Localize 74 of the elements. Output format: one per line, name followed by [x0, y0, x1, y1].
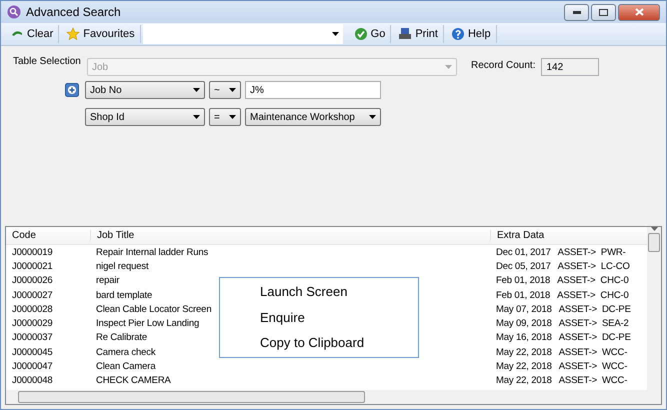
table-cell: J0000048 — [12, 375, 53, 386]
add-icon[interactable] — [65, 83, 79, 97]
minimize-button[interactable] — [564, 4, 589, 20]
printer-icon — [398, 27, 412, 41]
scroll-thumb[interactable] — [18, 391, 365, 403]
table-cell: Dec 05, 2017 ASSET-> LC-CO — [496, 260, 630, 272]
toolbar-button[interactable]: Help — [446, 25, 497, 43]
field-label: Record Count: — [471, 60, 536, 71]
value-field[interactable]: J% — [245, 81, 381, 99]
caret-icon — [193, 88, 200, 92]
toolbar-button[interactable]: Favourites — [61, 25, 141, 43]
table-cell: Feb 01, 2018 ASSET-> CHC-0 — [496, 275, 629, 286]
table-cell: Camera check — [96, 346, 156, 358]
column-header[interactable]: Job Title — [90, 230, 490, 241]
checkmark-icon — [354, 27, 368, 41]
table-cell: Inspect Pier Low Landing — [96, 318, 200, 330]
app-icon — [7, 5, 21, 19]
caret-icon — [445, 65, 452, 69]
table-cell: CHECK CAMERA — [96, 375, 171, 386]
star-icon — [66, 27, 80, 41]
help-icon — [450, 27, 465, 41]
toolbar-button[interactable]: Clear — [5, 25, 60, 43]
window-title: Advanced Search — [26, 5, 121, 19]
table-cell: Re Calibrate — [96, 332, 148, 344]
record-count-field: 142 — [541, 58, 600, 76]
horizontal-scrollbar[interactable] — [6, 390, 661, 404]
table-cell: May 16, 2018 ASSET-> DC-PE — [496, 332, 631, 344]
table-cell: J0000026 — [12, 275, 53, 286]
table-cell: J0000037 — [12, 332, 53, 344]
table-cell: J0000021 — [12, 260, 53, 272]
toolbar-button[interactable]: Print — [393, 25, 444, 43]
table-cell: May 09, 2018 ASSET-> SEA-2 — [496, 318, 629, 330]
table-cell: May 22, 2018 ASSET-> WCC- — [496, 361, 628, 372]
table-cell: J0000045 — [12, 346, 53, 358]
table-cell: May 07, 2018 ASSET-> DC-PE — [496, 304, 631, 315]
table-cell: J0000047 — [12, 361, 53, 372]
value-dropdown[interactable]: Maintenance Workshop — [245, 108, 381, 126]
table-cell: J0000029 — [12, 318, 53, 330]
operator-dropdown[interactable]: ~ — [209, 81, 241, 99]
table-cell: J0000019 — [12, 246, 53, 258]
field-dropdown[interactable]: Job No — [85, 81, 205, 99]
caret-icon — [229, 115, 236, 119]
table-cell: May 22, 2018 ASSET-> WCC- — [496, 346, 628, 358]
maximize-icon — [599, 8, 608, 16]
operator-dropdown[interactable]: = — [209, 108, 241, 126]
field-dropdown[interactable]: Shop Id — [85, 108, 205, 126]
table-cell: May 22, 2018 ASSET-> WCC- — [496, 375, 628, 386]
column-header[interactable]: Code — [6, 230, 90, 241]
caret-icon — [369, 115, 376, 119]
caret-icon — [229, 88, 236, 92]
table-cell: Clean Cable Locator Screen — [96, 304, 212, 315]
minimize-icon — [572, 10, 580, 14]
table-cell: repair — [96, 275, 120, 286]
scroll-up-icon — [650, 227, 658, 231]
table-cell: J0000028 — [12, 304, 53, 315]
menu-item[interactable]: Enquire — [220, 304, 418, 330]
field-label: Table Selection — [13, 56, 79, 67]
menu-item[interactable]: Copy to Clipboard — [220, 330, 418, 356]
caret-icon — [193, 115, 200, 119]
table-cell: Clean Camera — [96, 361, 156, 372]
menu-item[interactable]: Launch Screen — [220, 279, 418, 304]
vertical-scrollbar[interactable] — [647, 227, 661, 390]
close-icon — [634, 8, 644, 16]
table-cell: Dec 01, 2017 ASSET-> PWR- — [496, 246, 626, 258]
table-cell: J0000027 — [12, 290, 53, 301]
table-cell: bard template — [96, 290, 152, 301]
toolbar-button[interactable]: Go — [348, 25, 392, 43]
maximize-button[interactable] — [591, 4, 616, 20]
scroll-thumb[interactable] — [648, 233, 660, 252]
caret-icon — [332, 32, 339, 36]
table-cell: Repair Internal ladder Runs — [96, 246, 208, 258]
table-cell: Feb 01, 2018 ASSET-> CHC-0 — [496, 290, 629, 301]
close-button[interactable] — [618, 4, 660, 20]
table-cell: nigel request — [96, 260, 148, 272]
